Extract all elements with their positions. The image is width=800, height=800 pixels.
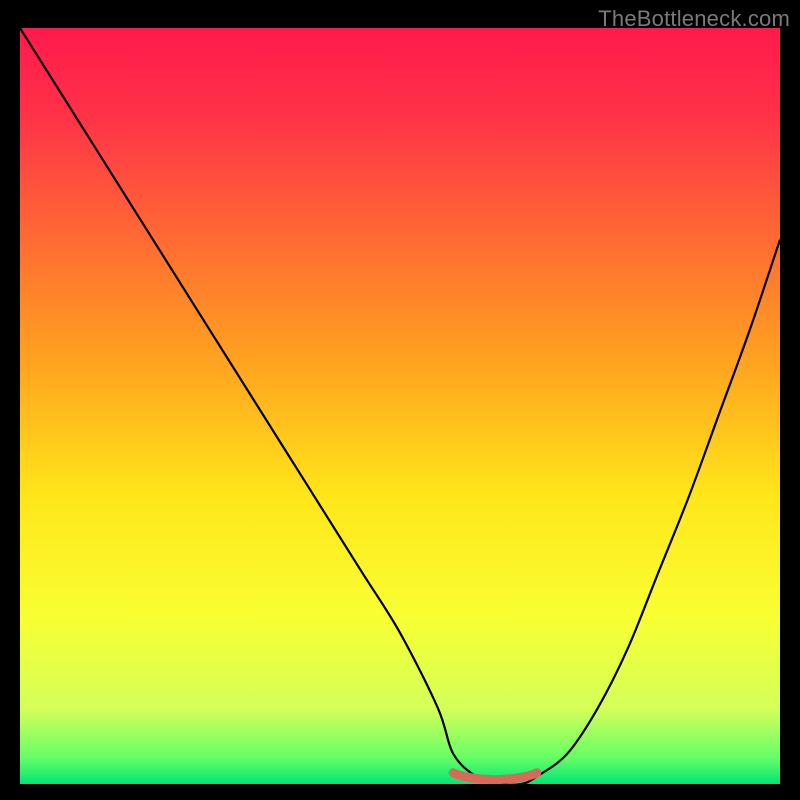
chart-frame — [20, 28, 780, 784]
bottleneck-chart — [20, 28, 780, 784]
gradient-background — [20, 28, 780, 784]
watermark-text: TheBottleneck.com — [598, 6, 790, 32]
